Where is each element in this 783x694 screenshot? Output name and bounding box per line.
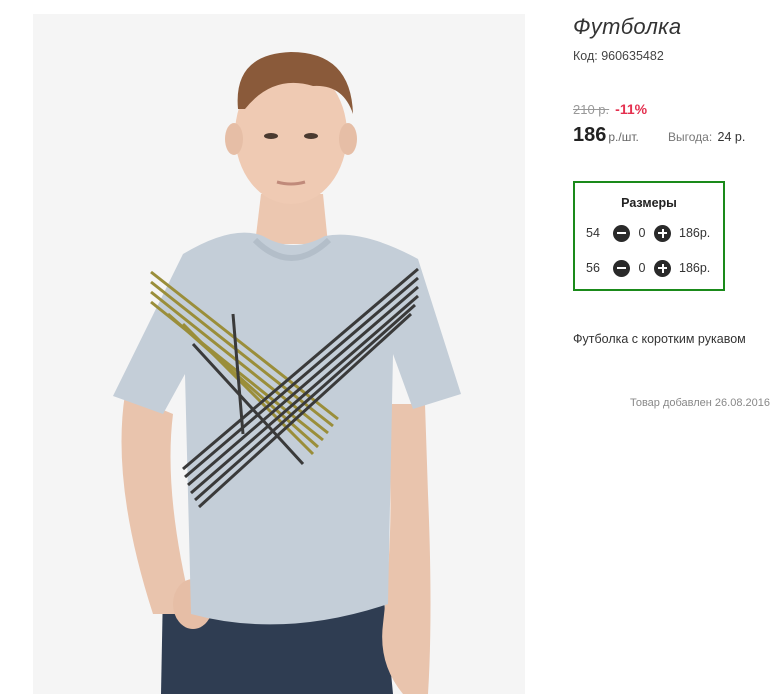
size-price: 186р. (679, 226, 711, 240)
product-title: Футболка (573, 14, 682, 39)
sizes-title: Размеры (621, 196, 677, 210)
model-tshirt-image (33, 14, 525, 694)
benefit: Выгода: 24 р. (668, 130, 745, 144)
price-unit: р./шт. (608, 130, 639, 144)
plus-circle-icon[interactable] (654, 224, 671, 242)
benefit-label: Выгода: (668, 130, 713, 144)
quantity-value[interactable]: 0 (630, 261, 654, 275)
size-price: 186р. (679, 261, 711, 275)
sizes-panel: Размеры 54 0 186р. 56 0 186р. (573, 181, 725, 291)
old-price-row: 210 р. -11% (573, 101, 647, 117)
product-photo[interactable] (33, 14, 525, 694)
size-label: 54 (586, 226, 600, 240)
added-date: Товар добавлен 26.08.2016 (629, 397, 770, 409)
price-row: 186 р./шт. Выгода: 24 р. (573, 124, 783, 147)
discount-badge: -11% (615, 101, 648, 117)
product-code: Код: 960635482 (573, 49, 664, 63)
minus-circle-icon[interactable] (613, 259, 630, 277)
plus-circle-icon[interactable] (654, 259, 671, 277)
minus-circle-icon[interactable] (613, 224, 630, 242)
quantity-value[interactable]: 0 (630, 226, 654, 240)
size-row-56: 56 0 186р. (586, 259, 710, 277)
size-row-54: 54 0 186р. (586, 224, 710, 242)
old-price: 210 р. (573, 102, 610, 117)
size-label: 56 (586, 261, 600, 275)
price: 186 (573, 124, 607, 146)
product-description: Футболка с коротким рукавом (573, 332, 746, 346)
benefit-value: 24 р. (717, 130, 746, 144)
